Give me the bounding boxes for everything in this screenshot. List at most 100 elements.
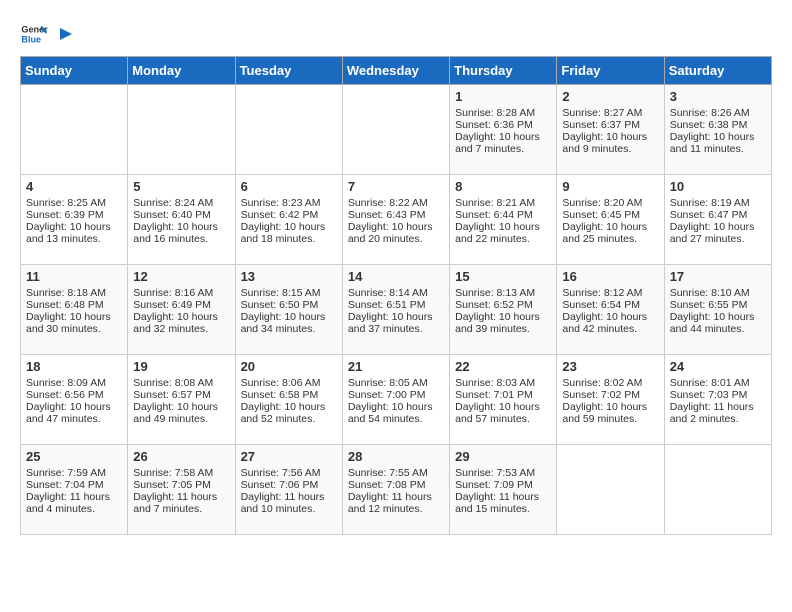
day-number: 25 — [26, 449, 122, 464]
day-number: 11 — [26, 269, 122, 284]
day-number: 22 — [455, 359, 551, 374]
day-info-line: Daylight: 11 hours — [133, 491, 229, 503]
day-info-line: Sunrise: 7:55 AM — [348, 467, 444, 479]
day-cell: 24Sunrise: 8:01 AMSunset: 7:03 PMDayligh… — [664, 355, 771, 445]
day-number: 14 — [348, 269, 444, 284]
day-info-line: Sunset: 6:43 PM — [348, 209, 444, 221]
day-info-line: Sunset: 6:40 PM — [133, 209, 229, 221]
day-info-line: Daylight: 11 hours — [348, 491, 444, 503]
day-info-line: Sunrise: 7:59 AM — [26, 467, 122, 479]
day-cell: 23Sunrise: 8:02 AMSunset: 7:02 PMDayligh… — [557, 355, 664, 445]
day-info-line: Sunset: 7:04 PM — [26, 479, 122, 491]
day-info-line: and 18 minutes. — [241, 233, 337, 245]
week-row-5: 25Sunrise: 7:59 AMSunset: 7:04 PMDayligh… — [21, 445, 772, 535]
day-info-line: Daylight: 10 hours — [133, 221, 229, 233]
day-info-line: Daylight: 10 hours — [348, 221, 444, 233]
header-cell-saturday: Saturday — [664, 57, 771, 85]
day-info-line: Daylight: 10 hours — [133, 401, 229, 413]
day-info-line: and 7 minutes. — [455, 143, 551, 155]
header-cell-sunday: Sunday — [21, 57, 128, 85]
day-info-line: Sunrise: 8:19 AM — [670, 197, 766, 209]
day-info-line: Sunrise: 8:21 AM — [455, 197, 551, 209]
day-info-line: Daylight: 10 hours — [26, 221, 122, 233]
day-info-line: Sunrise: 8:08 AM — [133, 377, 229, 389]
day-info-line: Sunset: 7:09 PM — [455, 479, 551, 491]
day-info-line: Daylight: 11 hours — [455, 491, 551, 503]
day-cell: 16Sunrise: 8:12 AMSunset: 6:54 PMDayligh… — [557, 265, 664, 355]
day-info-line: and 13 minutes. — [26, 233, 122, 245]
day-number: 7 — [348, 179, 444, 194]
day-cell: 15Sunrise: 8:13 AMSunset: 6:52 PMDayligh… — [450, 265, 557, 355]
day-info-line: and 32 minutes. — [133, 323, 229, 335]
day-info-line: Daylight: 10 hours — [670, 131, 766, 143]
day-number: 26 — [133, 449, 229, 464]
day-info-line: Sunset: 6:36 PM — [455, 119, 551, 131]
day-info-line: Daylight: 10 hours — [348, 401, 444, 413]
day-number: 21 — [348, 359, 444, 374]
day-number: 23 — [562, 359, 658, 374]
day-info-line: Sunrise: 8:24 AM — [133, 197, 229, 209]
day-number: 13 — [241, 269, 337, 284]
day-info-line: and 34 minutes. — [241, 323, 337, 335]
day-info-line: Daylight: 10 hours — [562, 131, 658, 143]
day-info-line: Daylight: 11 hours — [670, 401, 766, 413]
day-info-line: Sunrise: 8:25 AM — [26, 197, 122, 209]
day-cell — [128, 85, 235, 175]
header-cell-tuesday: Tuesday — [235, 57, 342, 85]
header-cell-friday: Friday — [557, 57, 664, 85]
day-info-line: Daylight: 10 hours — [455, 131, 551, 143]
day-info-line: and 37 minutes. — [348, 323, 444, 335]
day-info-line: Daylight: 10 hours — [670, 311, 766, 323]
day-info-line: Sunset: 6:56 PM — [26, 389, 122, 401]
day-info-line: and 39 minutes. — [455, 323, 551, 335]
day-cell — [235, 85, 342, 175]
day-info-line: Sunrise: 8:22 AM — [348, 197, 444, 209]
day-info-line: and 30 minutes. — [26, 323, 122, 335]
day-info-line: Daylight: 10 hours — [26, 401, 122, 413]
day-cell: 21Sunrise: 8:05 AMSunset: 7:00 PMDayligh… — [342, 355, 449, 445]
day-cell: 9Sunrise: 8:20 AMSunset: 6:45 PMDaylight… — [557, 175, 664, 265]
day-info-line: Daylight: 11 hours — [26, 491, 122, 503]
day-info-line: Sunset: 7:08 PM — [348, 479, 444, 491]
header-cell-wednesday: Wednesday — [342, 57, 449, 85]
day-info-line: Sunrise: 8:12 AM — [562, 287, 658, 299]
day-cell: 5Sunrise: 8:24 AMSunset: 6:40 PMDaylight… — [128, 175, 235, 265]
day-info-line: and 52 minutes. — [241, 413, 337, 425]
day-info-line: Sunset: 6:45 PM — [562, 209, 658, 221]
day-info-line: Sunrise: 8:01 AM — [670, 377, 766, 389]
day-number: 18 — [26, 359, 122, 374]
day-info-line: Sunrise: 7:53 AM — [455, 467, 551, 479]
day-info-line: Sunset: 7:01 PM — [455, 389, 551, 401]
page-header: General Blue — [20, 20, 772, 48]
day-info-line: Sunrise: 8:15 AM — [241, 287, 337, 299]
day-cell: 20Sunrise: 8:06 AMSunset: 6:58 PMDayligh… — [235, 355, 342, 445]
day-info-line: and 10 minutes. — [241, 503, 337, 515]
day-info-line: Daylight: 10 hours — [241, 401, 337, 413]
day-cell: 7 Sunrise: 8:22 AMSunset: 6:43 PMDaylight… — [342, 175, 449, 265]
day-info-line: Sunrise: 8:28 AM — [455, 107, 551, 119]
day-cell: 8Sunrise: 8:21 AMSunset: 6:44 PMDaylight… — [450, 175, 557, 265]
logo-arrow-icon — [56, 24, 76, 44]
day-cell: 12Sunrise: 8:16 AMSunset: 6:49 PMDayligh… — [128, 265, 235, 355]
day-info-line: Sunrise: 8:16 AM — [133, 287, 229, 299]
day-info-line: Sunset: 6:48 PM — [26, 299, 122, 311]
day-info-line: Sunrise: 8:23 AM — [241, 197, 337, 209]
day-info-line: Daylight: 10 hours — [241, 311, 337, 323]
day-number: 6 — [241, 179, 337, 194]
day-info-line: and 42 minutes. — [562, 323, 658, 335]
day-cell: 10Sunrise: 8:19 AMSunset: 6:47 PMDayligh… — [664, 175, 771, 265]
day-info-line: Daylight: 10 hours — [241, 221, 337, 233]
header-row: SundayMondayTuesdayWednesdayThursdayFrid… — [21, 57, 772, 85]
week-row-2: 4Sunrise: 8:25 AMSunset: 6:39 PMDaylight… — [21, 175, 772, 265]
day-info-line: Sunset: 7:05 PM — [133, 479, 229, 491]
calendar-body: 1Sunrise: 8:28 AMSunset: 6:36 PMDaylight… — [21, 85, 772, 535]
day-cell: 22Sunrise: 8:03 AMSunset: 7:01 PMDayligh… — [450, 355, 557, 445]
day-info-line: Sunrise: 8:03 AM — [455, 377, 551, 389]
day-info-line: Daylight: 10 hours — [562, 401, 658, 413]
day-info-line: and 22 minutes. — [455, 233, 551, 245]
day-info-line: Daylight: 10 hours — [455, 221, 551, 233]
day-info-line: Sunset: 7:00 PM — [348, 389, 444, 401]
day-info-line: Daylight: 10 hours — [562, 221, 658, 233]
day-cell: 14Sunrise: 8:14 AMSunset: 6:51 PMDayligh… — [342, 265, 449, 355]
day-info-line: and 25 minutes. — [562, 233, 658, 245]
